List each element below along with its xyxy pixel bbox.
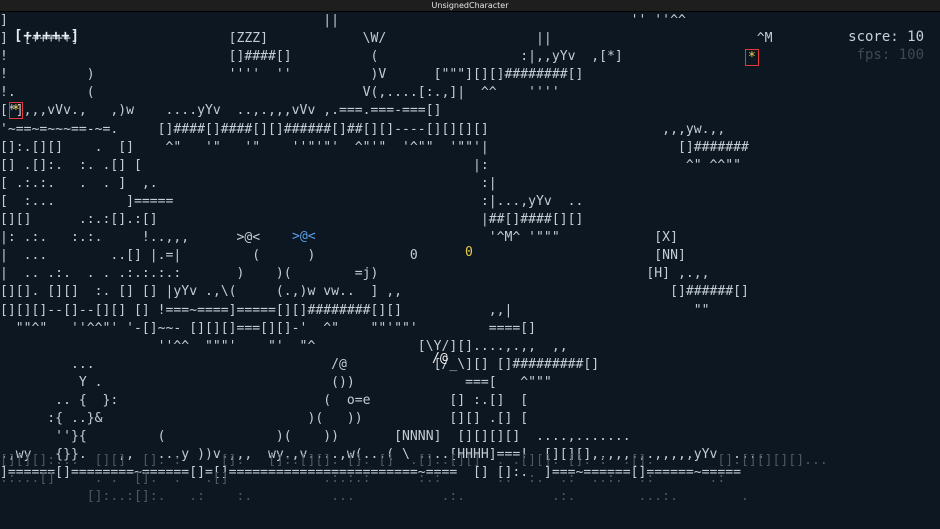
map-row: ""^" ''^^"' '-[]~~- [][][]===[][]-' ^" "…	[0, 320, 537, 336]
ascii-ground-layer: [][][]:... [][] []. : []. []:.[][]. []. …	[0, 452, 828, 506]
map-row: [] .[]:. :. .[] [ |: ^" ^^""	[0, 157, 742, 173]
map-row: ''}{ ( )( )) [NNNN] [][][][] ....,......…	[0, 429, 631, 445]
map-row: [ :... ]===== :|...,yYv ..	[0, 193, 734, 209]
map-row: !. ( V(,....[:.,]| ^^ ''''	[0, 85, 671, 101]
lamp-character-icon: 0	[465, 245, 473, 260]
map-row: | .. .:. . . .:.:.:.: ) )( =j) [H] ,.,,	[0, 266, 710, 282]
map-row: '~==~=~~~==-~=. []####[]####[][]######[]…	[0, 121, 726, 137]
map-row: |: .:. :.:. !..,,, >@< '^M^ '""" [X]	[0, 230, 678, 246]
map-row: [][] .:.:[].:[] |##[]####[][]	[0, 212, 726, 228]
map-row: ''^^ """' "' "^ [\Y/][]....,.,, ,,	[0, 338, 568, 354]
player-character-icon: /@	[432, 351, 448, 366]
score-display: score: 10	[848, 29, 924, 45]
fps-display: fps: 100	[856, 47, 924, 63]
map-row: | ... ..[] |.=| ( ) 0 [NN]	[0, 248, 686, 264]
map-row: [][]. [][] :. [] [] |yYv .,\( (.,)w vw..…	[0, 284, 749, 300]
ground-row: .:...[] . . []. . .[] .:.:.: :.: .. :. .…	[0, 471, 726, 487]
ground-row: [][][]:... [][] []. : []. []:.[][]. []. …	[0, 453, 828, 468]
health-bar: [+++++]	[14, 28, 81, 44]
ascii-world-map: ] || '' ''^^ ] [+++++] [ZZZ] \W/ || ^M!	[0, 12, 773, 482]
map-row: [ .:.:. . . ] ,. :|	[0, 175, 742, 191]
map-row: [][][]--[]--[][] [] !===~====]=====[][]#…	[0, 302, 718, 318]
map-row: ] [+++++] [ZZZ] \W/ || ^M	[0, 31, 773, 47]
map-row: ] || '' ''^^	[0, 13, 694, 28]
window-titlebar: UnsignedCharacter	[0, 0, 940, 12]
map-row: ! []####[] ( :|,,yYv ,[*]	[0, 49, 710, 65]
ground-row: []:..:[]:. .: :. ... .:. .:. ...:. .	[0, 489, 749, 505]
map-row: .. { }: ( o=e [] :.[] [	[0, 392, 529, 408]
map-row: []:.[][] . [] ^" '" '" ''"'"' ^"'" '^"" …	[0, 139, 749, 155]
map-row: :{ ..}& )( )) [][] .[] [	[0, 411, 529, 427]
blue-creature-icon: >@<	[292, 229, 316, 244]
map-row: [*],,,vVv., ,)w ....yYv ..,.,,,vVv ,.===…	[0, 103, 639, 119]
game-viewport[interactable]: ] || '' ''^^ ] [+++++] [ZZZ] \W/ || ^M!	[0, 12, 940, 529]
map-row: Y . ()) ===[ ^"""	[0, 374, 552, 390]
treasure-chest-icon[interactable]: *	[745, 49, 759, 66]
map-row: ... /@ [/_\][] []#########[]	[0, 356, 600, 372]
map-row: ! ) '''' '' )V ["""][][]########[]	[0, 67, 686, 83]
window-title: UnsignedCharacter	[431, 1, 509, 10]
treasure-chest-icon[interactable]: *	[9, 102, 23, 119]
